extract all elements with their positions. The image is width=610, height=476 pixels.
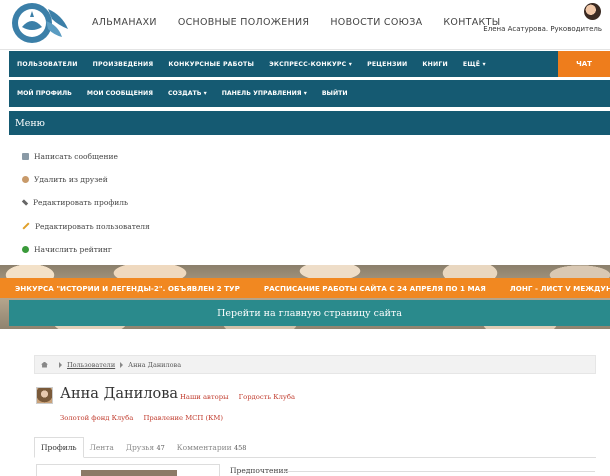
user-remove-icon [22, 176, 29, 184]
tab-comments[interactable]: Комментарии 458 [171, 443, 253, 457]
menu-item-label: Редактировать профиль [33, 198, 129, 208]
top-nav-regulations[interactable]: ОСНОВНЫЕ ПОЛОЖЕНИЯ [178, 17, 310, 28]
ticker-item[interactable]: ЭНКУРСА "ИСТОРИИ И ЛЕГЕНДЫ-2". ОБЪЯВЛЕН … [15, 284, 240, 293]
nav-create[interactable]: СОЗДАТЬ ▾ [168, 90, 207, 97]
flower-banner: ЭНКУРСА "ИСТОРИИ И ЛЕГЕНДЫ-2". ОБЪЯВЛЕН … [0, 265, 610, 329]
user-nav: МОЙ ПРОФИЛЬ МОИ СООБЩЕНИЯ СОЗДАТЬ ▾ ПАНЕ… [9, 80, 610, 107]
tab-friends[interactable]: Друзья 47 [120, 443, 171, 457]
divider [285, 471, 595, 472]
tab-count: 458 [234, 444, 247, 452]
profile-groups-secondary: Золотой фонд Клуба Правление МСП (КМ) [60, 414, 231, 422]
menu-title: Меню [9, 111, 610, 135]
top-nav: АЛЬМАНАХИ ОСНОВНЫЕ ПОЛОЖЕНИЯ НОВОСТИ СОЮ… [92, 17, 521, 28]
nav-works[interactable]: ПРОИЗВЕДЕНИЯ [93, 61, 154, 68]
top-nav-almanac[interactable]: АЛЬМАНАХИ [92, 17, 157, 28]
tab-label: Комментарии [176, 443, 232, 452]
group-link[interactable]: Наши авторы [180, 393, 228, 401]
plus-circle-icon [22, 245, 29, 253]
profile-action-menu: Написать сообщение Удалить из друзей Ред… [21, 145, 150, 261]
breadcrumb: Пользователи Анна Данилова [34, 355, 596, 374]
profile-groups: Наши авторы Гордость Клуба [180, 393, 303, 401]
profile-photo-box [36, 464, 220, 476]
current-user-name[interactable]: Елена Асатурова. Руководитель [483, 25, 602, 33]
home-icon[interactable] [41, 361, 48, 368]
tab-count: 47 [156, 444, 165, 452]
profile-photo[interactable] [81, 470, 177, 476]
tab-label: Лента [89, 443, 114, 452]
breadcrumb-users-link[interactable]: Пользователи [67, 361, 115, 369]
pencil-icon [22, 222, 30, 230]
chevron-right-icon [59, 361, 62, 368]
menu-add-rating[interactable]: Начислить рейтинг [22, 238, 150, 261]
nav-control-panel[interactable]: ПАНЕЛЬ УПРАВЛЕНИЯ ▾ [222, 90, 307, 97]
group-link[interactable]: Золотой фонд Клуба [60, 414, 133, 422]
nav-logout[interactable]: ВЫЙТИ [322, 90, 348, 97]
nav-my-messages[interactable]: МОИ СООБЩЕНИЯ [87, 90, 153, 97]
profile-name: Анна Данилова [60, 386, 179, 402]
site-logo[interactable] [10, 1, 72, 47]
nav-more[interactable]: ЕЩЁ ▾ [463, 61, 486, 68]
nav-books[interactable]: КНИГИ [422, 61, 448, 68]
chat-button[interactable]: ЧАТ [558, 51, 610, 77]
menu-edit-profile[interactable]: Редактировать профиль [21, 191, 150, 214]
main-nav: ПОЛЬЗОВАТЕЛИ ПРОИЗВЕДЕНИЯ КОНКУРСНЫЕ РАБ… [9, 51, 610, 77]
go-home-button[interactable]: Перейти на главную страницу сайта [9, 300, 610, 326]
menu-item-label: Редактировать пользователя [35, 221, 150, 231]
group-link[interactable]: Правление МСП (КМ) [143, 414, 223, 422]
nav-users[interactable]: ПОЛЬЗОВАТЕЛИ [17, 61, 78, 68]
profile-avatar[interactable] [36, 387, 53, 404]
breadcrumb-current: Анна Данилова [128, 360, 182, 369]
nav-reviews[interactable]: РЕЦЕНЗИИ [367, 61, 407, 68]
chevron-right-icon [120, 361, 124, 368]
nav-express-contest[interactable]: ЭКСПРЕСС-КОНКУРС ▾ [269, 61, 352, 68]
tab-label: Друзья [125, 443, 155, 452]
tab-label: Профиль [41, 443, 77, 452]
wrench-icon [21, 199, 29, 207]
preferences-heading: Предпочтения [230, 466, 289, 475]
top-nav-news[interactable]: НОВОСТИ СОЮЗА [330, 17, 422, 28]
tab-profile[interactable]: Профиль [34, 437, 84, 458]
nav-contest-works[interactable]: КОНКУРСНЫЕ РАБОТЫ [168, 61, 254, 68]
nav-my-profile[interactable]: МОЙ ПРОФИЛЬ [17, 90, 72, 97]
menu-remove-friend[interactable]: Удалить из друзей [22, 168, 150, 191]
tab-feed[interactable]: Лента [84, 443, 120, 457]
menu-edit-user[interactable]: Редактировать пользователя [22, 215, 150, 238]
news-ticker: ЭНКУРСА "ИСТОРИИ И ЛЕГЕНДЫ-2". ОБЪЯВЛЕН … [0, 278, 610, 298]
current-user-avatar[interactable] [584, 3, 601, 20]
profile-tabs: Профиль Лента Друзья 47 Комментарии 458 [34, 437, 596, 458]
menu-item-label: Начислить рейтинг [34, 244, 112, 254]
top-header: АЛЬМАНАХИ ОСНОВНЫЕ ПОЛОЖЕНИЯ НОВОСТИ СОЮ… [0, 0, 610, 50]
envelope-icon [22, 153, 29, 161]
menu-item-label: Удалить из друзей [34, 175, 108, 185]
menu-write-message[interactable]: Написать сообщение [22, 145, 150, 168]
ticker-item[interactable]: ЛОНГ - ЛИСТ V МЕЖДУНАРОДНОГО Л [510, 284, 610, 293]
group-link[interactable]: Гордость Клуба [239, 393, 295, 401]
menu-item-label: Написать сообщение [34, 152, 118, 162]
ticker-item[interactable]: РАСПИСАНИЕ РАБОТЫ САЙТА С 24 АПРЕЛЯ ПО 1… [264, 284, 486, 293]
